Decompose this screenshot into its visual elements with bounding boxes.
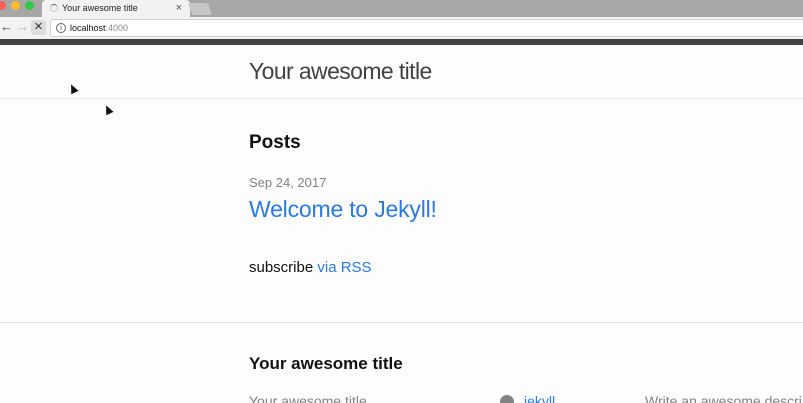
browser-tab-strip: Your awesome title × — [0, 0, 803, 17]
posts-heading: Posts — [249, 132, 301, 153]
url-text[interactable]: localhost:4000 — [70, 23, 128, 33]
site-title-link[interactable]: Your awesome title — [249, 58, 432, 85]
rss-prefix: subscribe — [249, 259, 318, 276]
window-minimize-button[interactable] — [11, 1, 20, 10]
page-viewport: Your awesome title Posts Sep 24, 2017 We… — [0, 45, 803, 403]
new-tab-button[interactable] — [188, 3, 212, 15]
loading-spinner-icon — [50, 4, 58, 12]
window-maximize-button[interactable] — [25, 1, 34, 10]
address-bar[interactable]: i localhost:4000 — [50, 19, 803, 37]
url-port: :4000 — [105, 23, 129, 33]
footer-heading: Your awesome title — [249, 354, 403, 373]
rss-subscribe: subscribe via RSS — [249, 259, 372, 276]
forward-arrow-icon[interactable]: → — [16, 19, 29, 35]
footer-site-name: Your awesome title — [249, 393, 367, 403]
post-date: Sep 24, 2017 — [249, 175, 327, 190]
footer-divider — [0, 322, 803, 323]
url-host: localhost — [70, 23, 106, 33]
footer-description: Write an awesome descri — [645, 393, 802, 403]
back-arrow-icon[interactable]: ← — [0, 19, 13, 35]
tab-title: Your awesome title — [62, 3, 138, 13]
browser-tab-active[interactable]: Your awesome title × — [42, 0, 190, 17]
footer-github-link[interactable]: jekyll — [524, 393, 555, 403]
tab-close-icon[interactable]: × — [176, 1, 182, 15]
rss-link[interactable]: via RSS — [317, 259, 371, 276]
window-close-button[interactable] — [0, 1, 6, 10]
header-divider — [0, 98, 803, 99]
github-icon — [500, 395, 514, 403]
site-info-icon[interactable]: i — [56, 23, 66, 33]
browser-toolbar: ← → ✕ i localhost:4000 — [0, 17, 803, 39]
stop-loading-icon[interactable]: ✕ — [31, 20, 46, 35]
post-title-link[interactable]: Welcome to Jekyll! — [249, 196, 437, 223]
